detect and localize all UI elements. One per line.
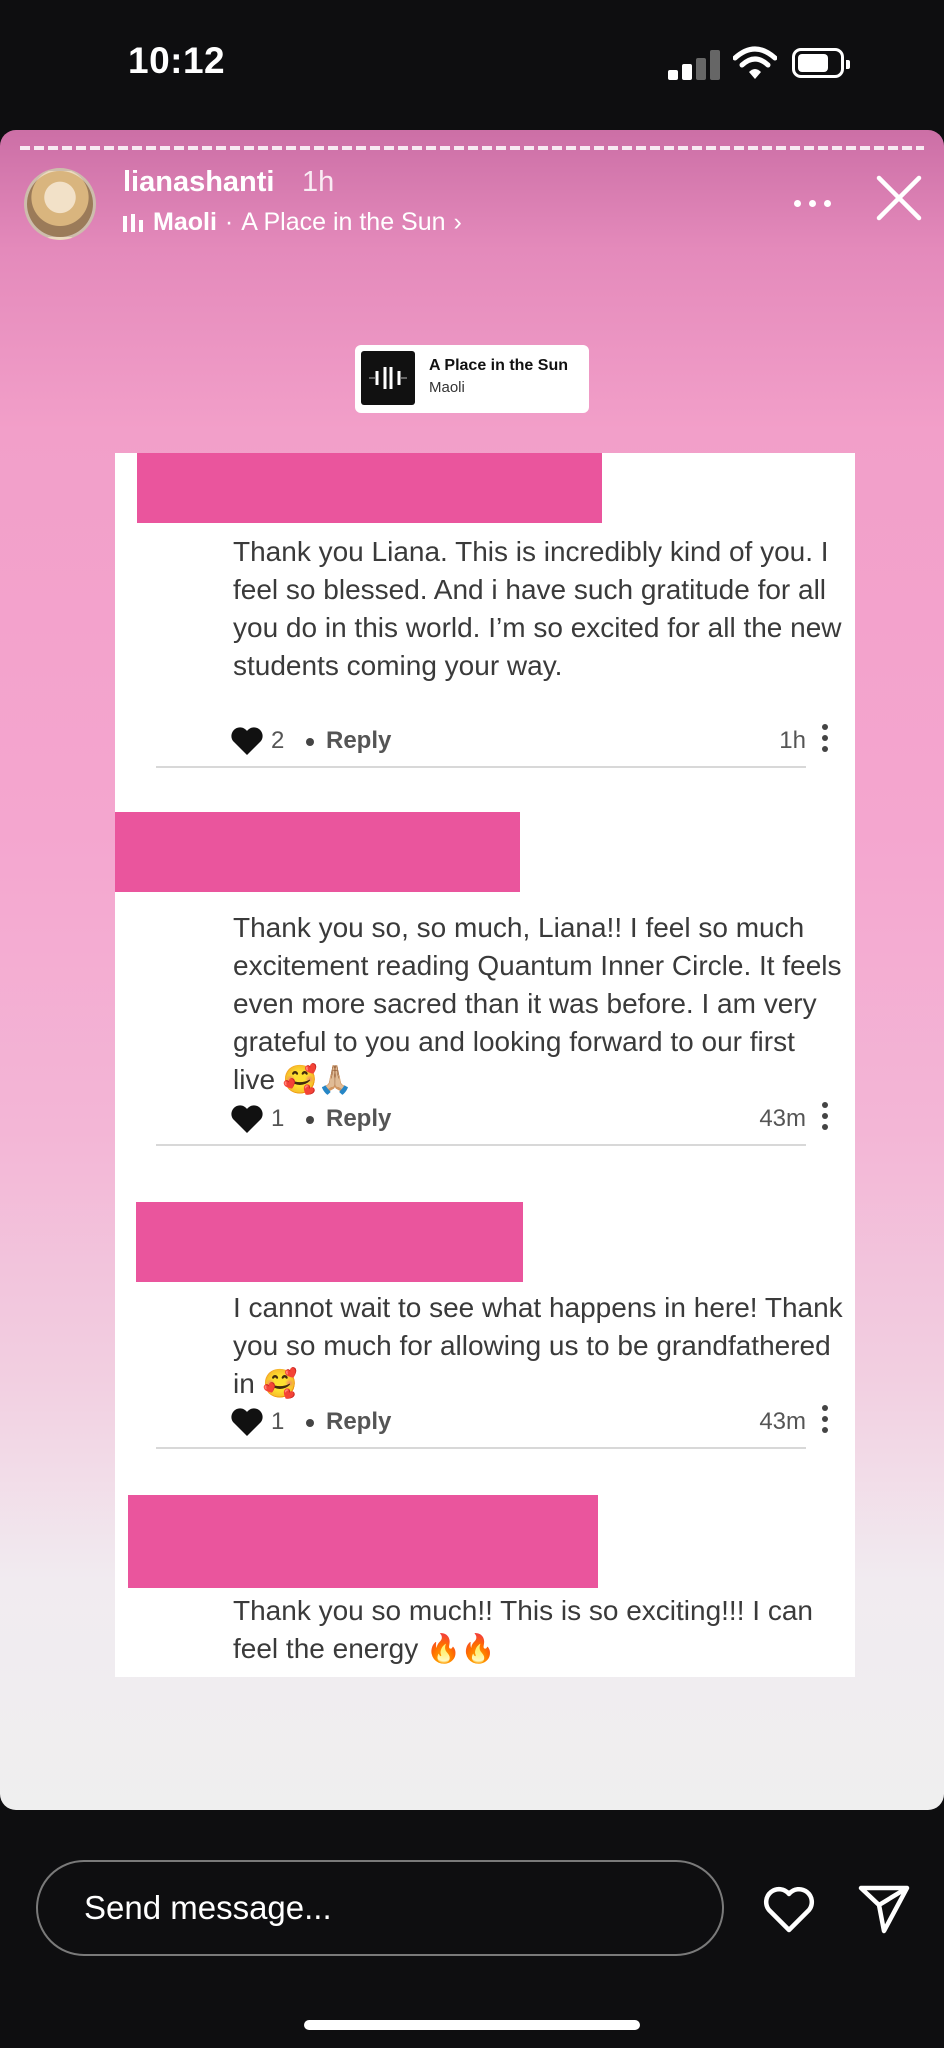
like-count: 1 (271, 1105, 285, 1132)
like-count: 2 (271, 727, 285, 754)
music-artist: Maoli (153, 208, 217, 236)
sticker-artist: Maoli (429, 379, 465, 396)
close-icon[interactable] (876, 175, 922, 221)
sticker-song-title: A Place in the Sun (429, 357, 568, 374)
comment-meta: 2 Reply 1h (230, 720, 830, 760)
battery-icon (792, 48, 850, 78)
comment-meta: 1 Reply 43m (230, 1098, 830, 1138)
send-icon[interactable] (858, 1884, 910, 1934)
heart-icon[interactable] (762, 1884, 816, 1934)
heart-icon[interactable] (230, 1407, 264, 1437)
story-username[interactable]: lianashanti (123, 166, 275, 199)
reply-link[interactable]: Reply (326, 727, 391, 755)
comment-text: Thank you Liana. This is incredibly kind… (233, 536, 842, 681)
divider (156, 766, 806, 768)
wifi-icon (733, 46, 777, 79)
divider (156, 1447, 806, 1449)
divider (156, 1144, 806, 1146)
kebab-icon[interactable] (822, 724, 830, 754)
chevron-right-icon: › (453, 208, 462, 236)
comment-time: 43m (759, 1105, 806, 1132)
send-message-input[interactable] (84, 1884, 684, 1932)
redacted-name-block (128, 1495, 598, 1588)
heart-icon[interactable] (230, 1104, 264, 1134)
comments-screenshot: Thank you Liana. This is incredibly kind… (115, 453, 855, 1677)
reply-link[interactable]: Reply (326, 1105, 391, 1133)
status-bar: 10:12 (0, 0, 944, 128)
avatar[interactable] (24, 168, 96, 240)
redacted-name-block (137, 453, 602, 523)
comment-text: Thank you so much!! This is so exciting!… (233, 1595, 813, 1664)
redacted-name-block (136, 1202, 523, 1282)
kebab-icon[interactable] (822, 1102, 830, 1132)
reply-bar (0, 1810, 944, 2048)
album-art (361, 351, 415, 405)
reply-link[interactable]: Reply (326, 1408, 391, 1436)
home-indicator (304, 2020, 640, 2030)
music-attribution[interactable]: Maoli · A Place in the Sun › (123, 208, 462, 237)
comment-meta: 1 Reply 43m (230, 1401, 830, 1441)
comment-text: Thank you so, so much, Liana!! I feel so… (233, 912, 842, 1095)
story-timestamp: 1h (302, 166, 335, 198)
music-separator: · (224, 208, 234, 236)
music-sticker[interactable]: A Place in the Sun Maoli (355, 345, 589, 413)
comment-time: 1h (779, 727, 806, 754)
music-song: A Place in the Sun (241, 208, 446, 236)
message-field-wrapper[interactable] (36, 1860, 724, 1956)
more-icon[interactable] (794, 200, 834, 210)
music-bars-icon (123, 213, 145, 232)
comment-text: I cannot wait to see what happens in her… (233, 1292, 843, 1399)
clock: 10:12 (128, 40, 226, 81)
signal-icon (668, 50, 720, 80)
story-progress-bar (20, 146, 924, 150)
heart-icon[interactable] (230, 726, 264, 756)
kebab-icon[interactable] (822, 1405, 830, 1435)
redacted-name-block (115, 812, 520, 892)
like-count: 1 (271, 1408, 285, 1435)
comment-time: 43m (759, 1408, 806, 1435)
story-viewer[interactable]: lianashanti 1h Maoli · A Place in the Su… (0, 130, 944, 1810)
